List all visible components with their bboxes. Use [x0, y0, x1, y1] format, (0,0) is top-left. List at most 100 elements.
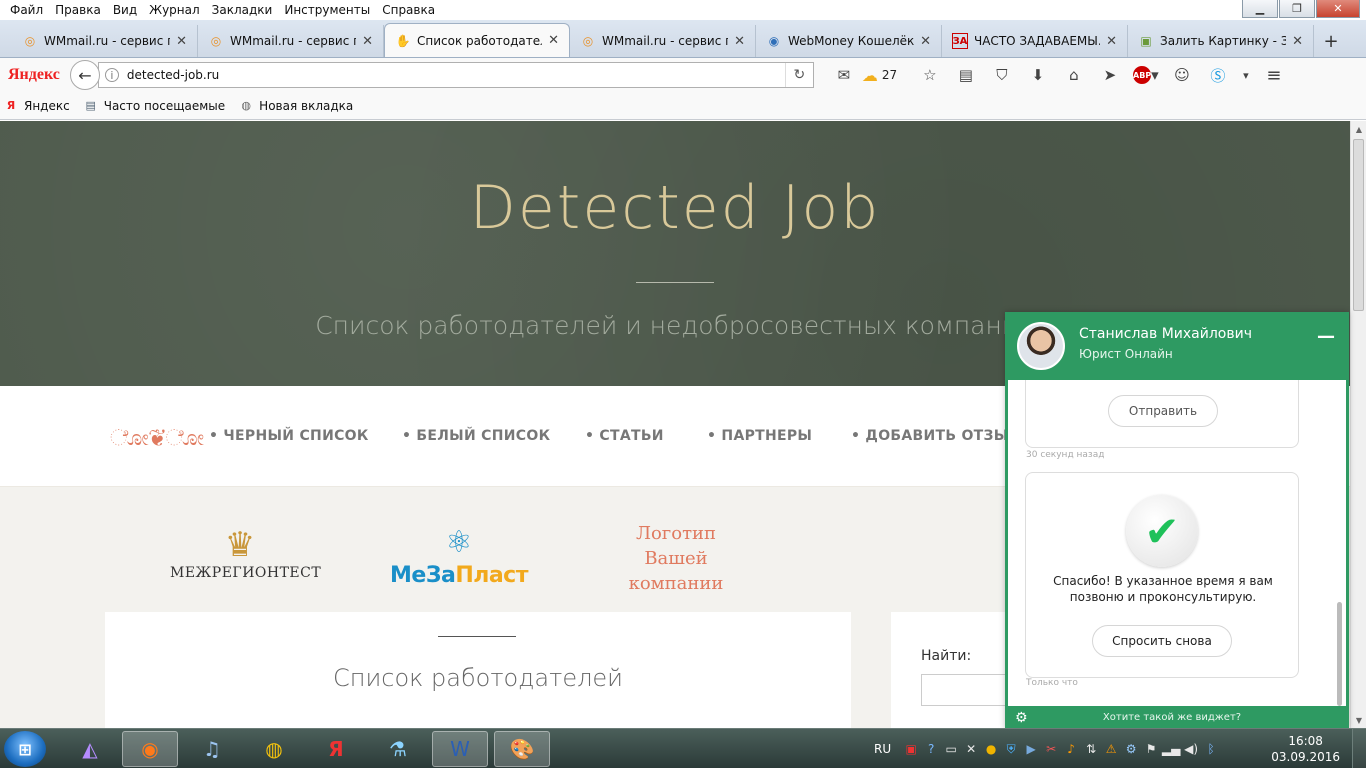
scrollbar-thumb[interactable]	[1353, 139, 1364, 311]
reading-list-icon[interactable]: ▤	[948, 63, 984, 87]
nav-partners[interactable]: • ПАРТНЕРЫ	[707, 428, 812, 444]
send-icon[interactable]: ➤	[1092, 63, 1128, 87]
taskbar-word[interactable]: W	[432, 731, 488, 767]
taskbar-volume[interactable]: ♫	[184, 731, 240, 767]
nav-articles[interactable]: • СТАТЬИ	[585, 428, 664, 444]
tab-webmoney[interactable]: ◉ WebMoney Кошелёк » ✕	[756, 25, 942, 57]
taskbar-visual-studio[interactable]: ◭	[62, 731, 118, 767]
tab-close-icon[interactable]: ✕	[1292, 34, 1303, 49]
menu-view[interactable]: Вид	[107, 3, 143, 17]
chat-bubble-icon[interactable]: ☺	[1164, 63, 1200, 87]
maximize-window-button[interactable]: ❐	[1279, 0, 1315, 18]
menu-help[interactable]: Справка	[376, 3, 441, 17]
bookmark-yandex[interactable]: Я Яндекс	[4, 99, 70, 113]
chevron-down-icon[interactable]: ▾	[1236, 63, 1256, 87]
media-icon[interactable]: ✂	[1041, 742, 1061, 756]
chat-scrollbar[interactable]	[1337, 602, 1342, 706]
logo3-line1: Логотип	[635, 523, 717, 544]
star-icon[interactable]: ☆	[912, 63, 948, 87]
gear-icon[interactable]: ⚙	[1015, 710, 1035, 726]
taskbar-paint[interactable]: 🎨	[494, 731, 550, 767]
language-indicator[interactable]: RU	[874, 742, 891, 756]
back-button[interactable]: ←	[69, 60, 100, 90]
display-icon[interactable]: ▭	[941, 742, 961, 756]
menu-file[interactable]: Файл	[4, 3, 49, 17]
show-desktop-button[interactable]	[1352, 729, 1366, 768]
clock[interactable]: 16:08 03.09.2016	[1271, 733, 1340, 765]
send-button[interactable]: Отправить	[1108, 395, 1218, 427]
menu-edit[interactable]: Правка	[49, 3, 107, 17]
bluetooth-icon[interactable]: ᛒ	[1201, 742, 1221, 756]
taskbar-chrome[interactable]: ◍	[246, 731, 302, 767]
tab-wmmail-3[interactable]: ◎ WMmail.ru - сервис п... ✕	[570, 25, 756, 57]
scroll-down-icon[interactable]: ▼	[1351, 712, 1366, 728]
skype-icon[interactable]: Ⓢ	[1200, 63, 1236, 87]
nav-add-review[interactable]: • ДОБАВИТЬ ОТЗЫВ	[851, 428, 1020, 444]
tab-close-icon[interactable]: ✕	[176, 34, 187, 49]
flag-icon[interactable]: ⚑	[1141, 742, 1161, 756]
ask-again-button[interactable]: Спросить снова	[1092, 625, 1232, 657]
music-icon[interactable]: ♪	[1061, 742, 1081, 756]
arrow-left-icon: ←	[78, 65, 92, 85]
pocket-icon[interactable]: ⛉	[984, 63, 1020, 87]
play-icon[interactable]: ▶	[1021, 742, 1041, 756]
site-info-icon[interactable]: i	[104, 68, 119, 82]
minimize-window-button[interactable]: ▁	[1242, 0, 1278, 18]
tab-faq[interactable]: ЗА ЧАСТО ЗАДАВАЕМЫ... ✕	[942, 25, 1128, 57]
nav-blacklist[interactable]: • ЧЕРНЫЙ СПИСОК	[209, 428, 369, 444]
site-title[interactable]: Detected Job	[0, 173, 1350, 243]
nav-whitelist[interactable]: • БЕЛЫЙ СПИСОК	[402, 428, 550, 444]
tab-close-icon[interactable]: ✕	[548, 33, 559, 48]
reload-button[interactable]: ↻	[784, 63, 813, 87]
chat-messages: Отправить 30 секунд назад ✔ Спасибо! В у…	[1008, 380, 1346, 706]
yandex-logo[interactable]: Яндекс	[0, 66, 70, 84]
download-icon[interactable]: ⬇	[1020, 63, 1056, 87]
minimize-chat-button[interactable]: —	[1317, 326, 1335, 347]
menu-bookmarks[interactable]: Закладки	[206, 3, 279, 17]
hamburger-menu-icon[interactable]: ≡	[1256, 63, 1292, 87]
weather-widget[interactable]: ☁ 27	[862, 66, 912, 85]
close-window-button[interactable]: ✕	[1316, 0, 1360, 18]
update-icon[interactable]: ⚙	[1121, 742, 1141, 756]
circle-icon[interactable]: ●	[981, 742, 1001, 756]
tab-close-icon[interactable]: ✕	[734, 34, 745, 49]
tab-wmmail-1[interactable]: ◎ WMmail.ru - сервис п... ✕	[12, 25, 198, 57]
widget-promo-link[interactable]: Хотите такой же виджет?	[1035, 712, 1309, 723]
logo-your-company[interactable]: Логотип Вашей компании	[606, 521, 746, 596]
sync-icon[interactable]: ⇅	[1081, 742, 1101, 756]
shield-icon[interactable]: ⛨	[1001, 742, 1021, 757]
signal-icon[interactable]: ▂▄	[1161, 742, 1181, 756]
tab-wmmail-2[interactable]: ◎ WMmail.ru - сервис п... ✕	[198, 25, 384, 57]
bookmark-new-tab[interactable]: ◍ Новая вкладка	[239, 99, 353, 113]
menu-tools[interactable]: Инструменты	[278, 3, 376, 17]
adblock-icon[interactable]: ABP ▾	[1128, 63, 1164, 87]
taskbar-firefox[interactable]: ◉	[122, 731, 178, 767]
tab-label: WMmail.ru - сервис п...	[230, 34, 356, 48]
address-bar[interactable]: i ↻	[97, 62, 814, 88]
tab-close-icon[interactable]: ✕	[362, 34, 373, 49]
page-scrollbar[interactable]: ▲ ▼	[1350, 121, 1366, 728]
taskbar-yandex[interactable]: Я	[308, 731, 364, 767]
volume-icon[interactable]: ◀)	[1181, 742, 1201, 756]
tab-employers-list[interactable]: ✋ Список работодателей ✕	[384, 23, 570, 57]
new-tab-button[interactable]: +	[1314, 25, 1348, 57]
tab-upload-image[interactable]: ▣ Залить Картинку - За... ✕	[1128, 25, 1314, 57]
firefox-icon: ◉	[141, 737, 159, 761]
mail-icon[interactable]: ✉	[826, 63, 862, 87]
start-button[interactable]: ⊞	[4, 731, 46, 767]
chat-header[interactable]: Станислав Михайлович Юрист Онлайн —	[1005, 312, 1349, 380]
scroll-up-icon[interactable]: ▲	[1351, 121, 1366, 137]
network-cross-icon[interactable]: ✕	[961, 742, 981, 756]
pdf-icon[interactable]: ▣	[901, 742, 921, 756]
tab-close-icon[interactable]: ✕	[1106, 34, 1117, 49]
menu-history[interactable]: Журнал	[143, 3, 206, 17]
url-input[interactable]	[126, 68, 785, 82]
tab-close-icon[interactable]: ✕	[920, 34, 931, 49]
logo-mezhregiontest[interactable]: ♛ МЕЖРЕГИОНТЕСТ	[170, 525, 321, 581]
warning-icon[interactable]: ⚠	[1101, 742, 1121, 756]
logo-mezaplast[interactable]: ⚛ МеЗаПласт	[384, 523, 534, 588]
home-icon[interactable]: ⌂	[1056, 63, 1092, 87]
taskbar-app[interactable]: ⚗	[370, 731, 426, 767]
bookmark-most-visited[interactable]: ▤ Часто посещаемые	[84, 99, 226, 113]
help-icon[interactable]: ?	[921, 742, 941, 756]
